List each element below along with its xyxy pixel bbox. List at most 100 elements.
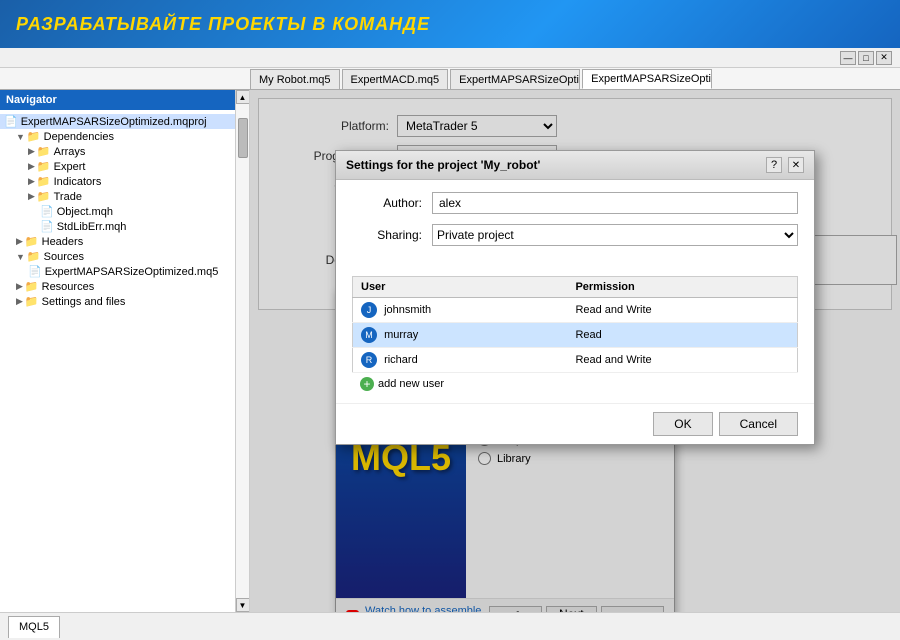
tree-item-label: StdLibErr.mqh <box>57 221 127 233</box>
users-section: User Permission J johnsmith Read and Wri… <box>352 276 798 395</box>
expand-icon: ▶ <box>16 296 23 307</box>
dialog-cancel-button[interactable]: Cancel <box>719 412 798 436</box>
folder-icon: 📁 <box>37 145 51 158</box>
tree-item-label: Arrays <box>54 146 86 158</box>
table-row[interactable]: J johnsmith Read and Write <box>353 298 798 323</box>
folder-icon: 📁 <box>37 175 51 188</box>
user-avatar: M <box>361 327 377 343</box>
user-permission-cell: Read and Write <box>567 348 797 373</box>
navigator-panel: Navigator ▼ 📄 ExpertMAPSARSizeOptimized.… <box>0 90 250 612</box>
users-table: User Permission J johnsmith Read and Wri… <box>352 276 798 373</box>
tree: 📄 ExpertMAPSARSizeOptimized.mqproj ▼ 📁 D… <box>0 110 249 612</box>
expand-icon: ▶ <box>16 281 23 292</box>
dialog-overlay: Settings for the project 'My_robot' ? ✕ … <box>250 90 900 612</box>
folder-icon: 📁 <box>37 160 51 173</box>
tree-item-trade[interactable]: ▶ 📁 Trade <box>0 189 249 204</box>
folder-icon: 📁 <box>37 190 51 203</box>
dialog-controls: ? ✕ <box>766 157 804 173</box>
tree-item-headers[interactable]: ▶ 📁 Headers <box>0 234 249 249</box>
tree-item-label: Settings and files <box>42 296 126 308</box>
dialog-body: Author: Sharing: Private project <box>336 180 814 268</box>
file-icon: 📄 <box>4 115 18 128</box>
users-col-permission: Permission <box>567 277 797 298</box>
folder-icon: 📁 <box>27 250 41 263</box>
dialog-footer: OK Cancel <box>336 403 814 444</box>
tree-item-label: Sources <box>44 251 84 263</box>
file-icon: 📄 <box>40 205 54 218</box>
settings-dialog: Settings for the project 'My_robot' ? ✕ … <box>335 150 815 445</box>
window-chrome: — □ ✕ <box>0 48 900 68</box>
close-button[interactable]: ✕ <box>876 51 892 65</box>
user-name-cell: R richard <box>353 348 568 373</box>
author-row: Author: <box>352 192 798 214</box>
folder-icon: 📁 <box>25 235 39 248</box>
tree-item-label: Object.mqh <box>57 206 113 218</box>
tree-item-label: Trade <box>54 191 82 203</box>
tree-item-root[interactable]: 📄 ExpertMAPSARSizeOptimized.mqproj <box>0 114 249 129</box>
tree-item-source-file[interactable]: 📄 ExpertMAPSARSizeOptimized.mq5 <box>0 264 249 279</box>
table-row[interactable]: R richard Read and Write <box>353 348 798 373</box>
tabs-bar: My Robot.mq5 ExpertMACD.mq5 ExpertMAPSAR… <box>0 68 900 90</box>
tree-item-label: Expert <box>54 161 86 173</box>
scroll-down-arrow[interactable]: ▼ <box>236 598 250 612</box>
bottom-bar: MQL5 <box>0 612 900 640</box>
dialog-ok-button[interactable]: OK <box>653 412 712 436</box>
dialog-close-button[interactable]: ✕ <box>788 157 804 173</box>
file-icon: 📄 <box>28 265 42 278</box>
scroll-up-arrow[interactable]: ▲ <box>236 90 250 104</box>
main-area: Navigator ▼ 📄 ExpertMAPSARSizeOptimized.… <box>0 90 900 612</box>
navigator-header: Navigator ▼ <box>0 90 249 110</box>
author-input[interactable] <box>432 192 798 214</box>
user-name: richard <box>384 354 418 366</box>
add-user-row[interactable]: + add new user <box>352 373 798 395</box>
sharing-row: Sharing: Private project <box>352 224 798 246</box>
tree-item-label: Resources <box>42 281 95 293</box>
user-name-cell: J johnsmith <box>353 298 568 323</box>
bottom-tab-mql5[interactable]: MQL5 <box>8 616 60 638</box>
expand-icon: ▶ <box>16 236 23 247</box>
dialog-help-button[interactable]: ? <box>766 157 782 173</box>
add-user-icon: + <box>360 377 374 391</box>
tree-item-dependencies[interactable]: ▼ 📁 Dependencies <box>0 129 249 144</box>
user-name: johnsmith <box>384 304 431 316</box>
minimize-button[interactable]: — <box>840 51 856 65</box>
file-icon: 📄 <box>40 220 54 233</box>
tree-item-label: ExpertMAPSARSizeOptimized.mqproj <box>21 116 207 128</box>
sharing-select[interactable]: Private project <box>432 224 798 246</box>
tree-item-settings[interactable]: ▶ 📁 Settings and files <box>0 294 249 309</box>
sharing-label: Sharing: <box>352 228 422 242</box>
user-permission-cell: Read and Write <box>567 298 797 323</box>
tree-item-sources[interactable]: ▼ 📁 Sources <box>0 249 249 264</box>
tab-1[interactable]: ExpertMACD.mq5 <box>342 69 449 89</box>
tree-item-expert[interactable]: ▶ 📁 Expert <box>0 159 249 174</box>
users-col-user: User <box>353 277 568 298</box>
maximize-button[interactable]: □ <box>858 51 874 65</box>
expand-icon: ▼ <box>16 132 25 142</box>
banner-text: РАЗРАБАТЫВАЙТЕ ПРОЕКТЫ В КОМАНДЕ <box>16 14 430 35</box>
user-avatar: J <box>361 302 377 318</box>
tree-item-stdliberr[interactable]: 📄 StdLibErr.mqh <box>0 219 249 234</box>
expand-icon: ▼ <box>16 252 25 262</box>
tree-item-arrays[interactable]: ▶ 📁 Arrays <box>0 144 249 159</box>
navigator-scrollbar: ▲ ▼ <box>235 90 249 612</box>
top-banner: РАЗРАБАТЫВАЙТЕ ПРОЕКТЫ В КОМАНДЕ <box>0 0 900 48</box>
tree-item-label: Headers <box>42 236 84 248</box>
tree-item-label: ExpertMAPSARSizeOptimized.mq5 <box>45 266 219 278</box>
navigator-title: Navigator <box>6 94 57 106</box>
folder-icon: 📁 <box>27 130 41 143</box>
table-row[interactable]: M murray Read <box>353 323 798 348</box>
add-user-label: add new user <box>378 378 444 390</box>
dialog-title: Settings for the project 'My_robot' <box>346 158 540 172</box>
tree-item-object[interactable]: 📄 Object.mqh <box>0 204 249 219</box>
tab-3[interactable]: ExpertMAPSARSizeOptimized.mqproj <box>582 69 712 89</box>
tab-0[interactable]: My Robot.mq5 <box>250 69 340 89</box>
user-name-cell: M murray <box>353 323 568 348</box>
tree-item-indicators[interactable]: ▶ 📁 Indicators <box>0 174 249 189</box>
tab-2[interactable]: ExpertMAPSARSizeOptimized.mq5 <box>450 69 580 89</box>
content-panel: Platform: MetaTrader 5 Program type: Exp… <box>250 90 900 612</box>
scrollbar-thumb[interactable] <box>238 118 248 158</box>
expand-icon: ▶ <box>28 191 35 202</box>
user-name: murray <box>384 329 418 341</box>
folder-icon: 📁 <box>25 280 39 293</box>
tree-item-resources[interactable]: ▶ 📁 Resources <box>0 279 249 294</box>
